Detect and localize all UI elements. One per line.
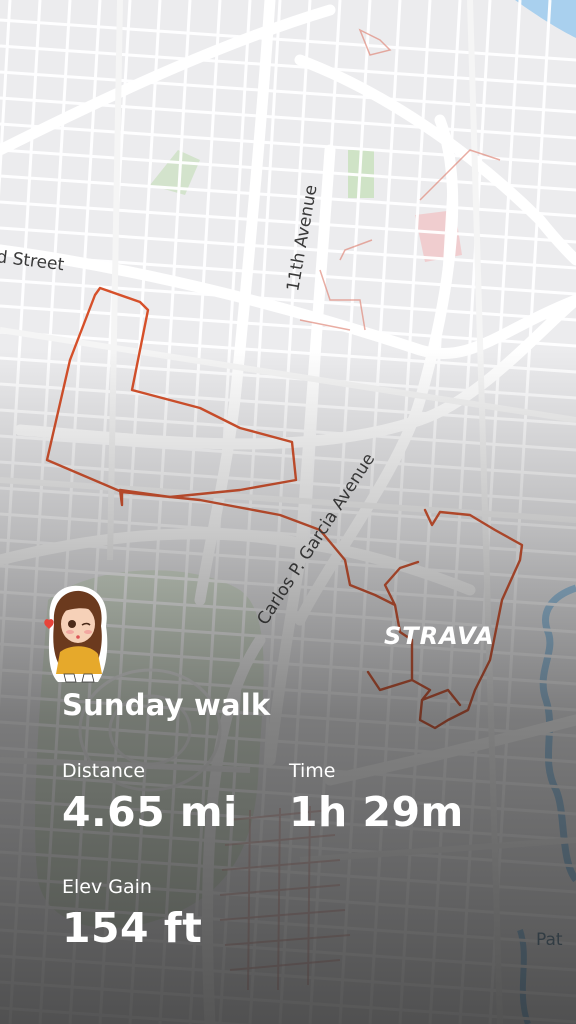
route-map: d Street 11th Avenue Carlos P. Garcia Av…	[0, 0, 576, 1024]
sticker-girl-kiss-icon	[44, 585, 108, 683]
street-label-park: Pat	[536, 930, 563, 950]
strava-logo: STRAVA	[384, 622, 495, 650]
elev-gain-label: Elev Gain	[62, 876, 152, 898]
activity-share-card: d Street 11th Avenue Carlos P. Garcia Av…	[0, 0, 576, 1024]
elev-gain-value: 154 ft	[62, 904, 203, 952]
distance-label: Distance	[62, 760, 146, 782]
distance-value: 4.65 mi	[62, 788, 238, 836]
activity-title: Sunday walk	[62, 688, 271, 722]
time-value: 1h 29m	[289, 788, 464, 836]
time-label: Time	[289, 760, 336, 782]
